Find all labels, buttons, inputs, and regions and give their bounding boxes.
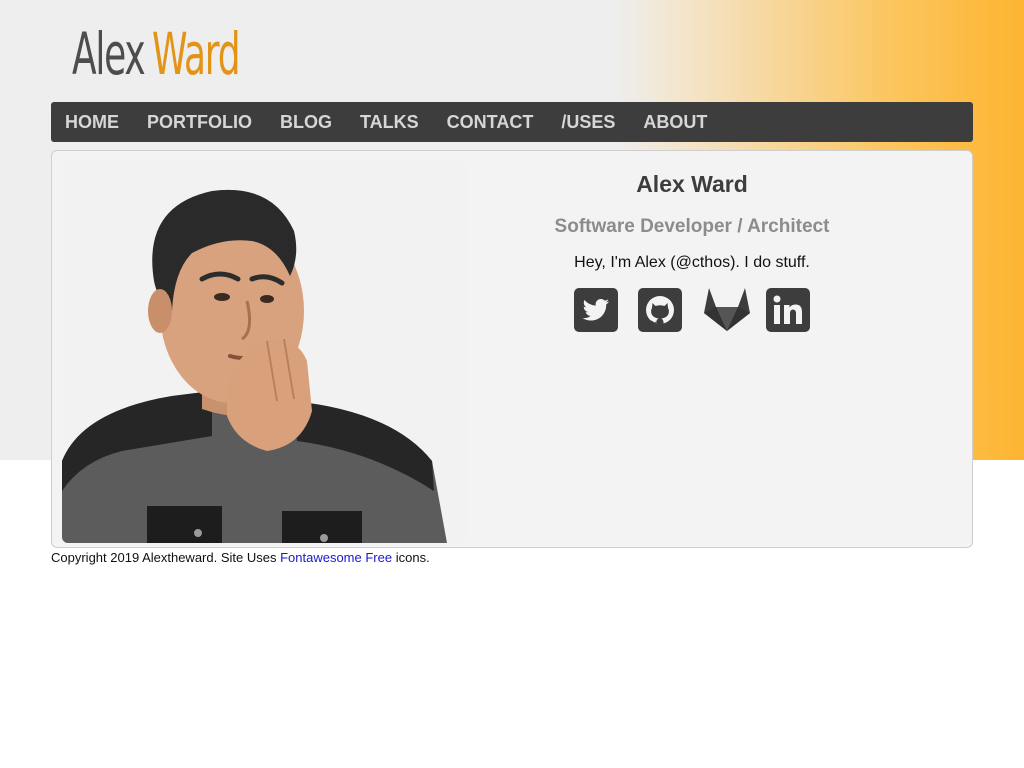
nav-about[interactable]: ABOUT (643, 112, 707, 133)
nav-blog[interactable]: BLOG (280, 112, 332, 133)
profile-bio: Hey, I'm Alex (@cthos). I do stuff. (574, 254, 810, 271)
gitlab-icon[interactable] (702, 288, 750, 332)
profile-name: Alex Ward (636, 171, 748, 197)
nav-contact[interactable]: CONTACT (447, 112, 534, 133)
profile-card: Alex Ward Software Developer / Architect… (51, 150, 973, 548)
footer-suffix: icons. (395, 550, 430, 565)
logo-first-name: Alex (72, 20, 146, 88)
github-icon[interactable] (638, 288, 682, 332)
social-links (482, 288, 902, 332)
profile-photo (62, 161, 467, 543)
profile-role: Software Developer / Architect (554, 216, 830, 237)
nav-home[interactable]: HOME (65, 112, 119, 133)
logo-last-name: Ward (151, 20, 241, 88)
linkedin-icon[interactable] (766, 288, 810, 332)
twitter-icon[interactable] (574, 288, 618, 332)
site-footer: Copyright 2019 Alextheward. Site Uses Fo… (51, 550, 430, 565)
nav-uses[interactable]: /USES (561, 112, 615, 133)
nav-talks[interactable]: TALKS (360, 112, 419, 133)
fontawesome-link[interactable]: Fontawesome Free (280, 550, 392, 565)
site-logo[interactable]: Alex Ward (72, 20, 293, 88)
main-nav: HOME PORTFOLIO BLOG TALKS CONTACT /USES … (51, 102, 973, 142)
nav-portfolio[interactable]: PORTFOLIO (147, 112, 252, 133)
footer-copyright: Copyright 2019 Alextheward. Site Uses (51, 550, 277, 565)
portrait-illustration (62, 161, 467, 543)
profile-info: Alex Ward Software Developer / Architect… (482, 151, 902, 332)
